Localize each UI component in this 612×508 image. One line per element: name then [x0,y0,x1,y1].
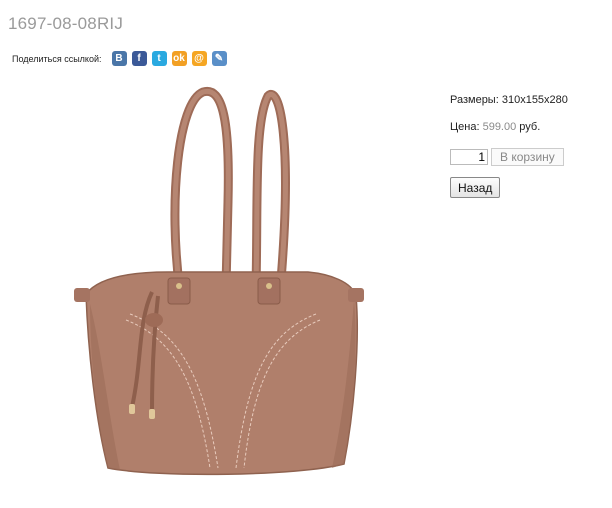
size-row: Размеры: 310x155x280 [450,94,568,121]
mailru-icon[interactable]: @ [191,51,207,66]
vkontakte-icon[interactable]: B [111,51,127,66]
product-title: 1697-08-08RIJ [8,14,124,33]
size-label: Размеры: [450,94,499,106]
back-button[interactable]: Назад [450,177,501,198]
livejournal-icon[interactable]: ✎ [211,51,227,66]
size-value: 310x155x280 [501,94,568,106]
share-icons: Bf t ok @ ✎ [111,51,227,66]
price-row: Цена: 599.00 руб. [450,121,568,148]
share-bar: Поделиться ссылкой: Bf t ok @ ✎ [12,51,227,66]
price-value: 599.00 [482,121,517,133]
twitter-icon[interactable]: t [151,51,167,66]
share-label: Поделиться ссылкой: [12,53,102,64]
cart-row: В корзину [450,148,568,166]
product-photo [68,82,368,482]
quantity-input[interactable] [450,149,488,165]
odnoklassniki-icon[interactable]: ok [171,51,187,66]
product-info: Размеры: 310x155x280 Цена: 599.00 руб. В… [450,94,568,198]
price-label: Цена: [450,121,480,133]
handbag-image [68,82,368,482]
facebook-icon[interactable]: f [131,51,147,66]
currency: руб. [519,121,541,133]
add-to-cart-button[interactable]: В корзину [491,148,564,166]
